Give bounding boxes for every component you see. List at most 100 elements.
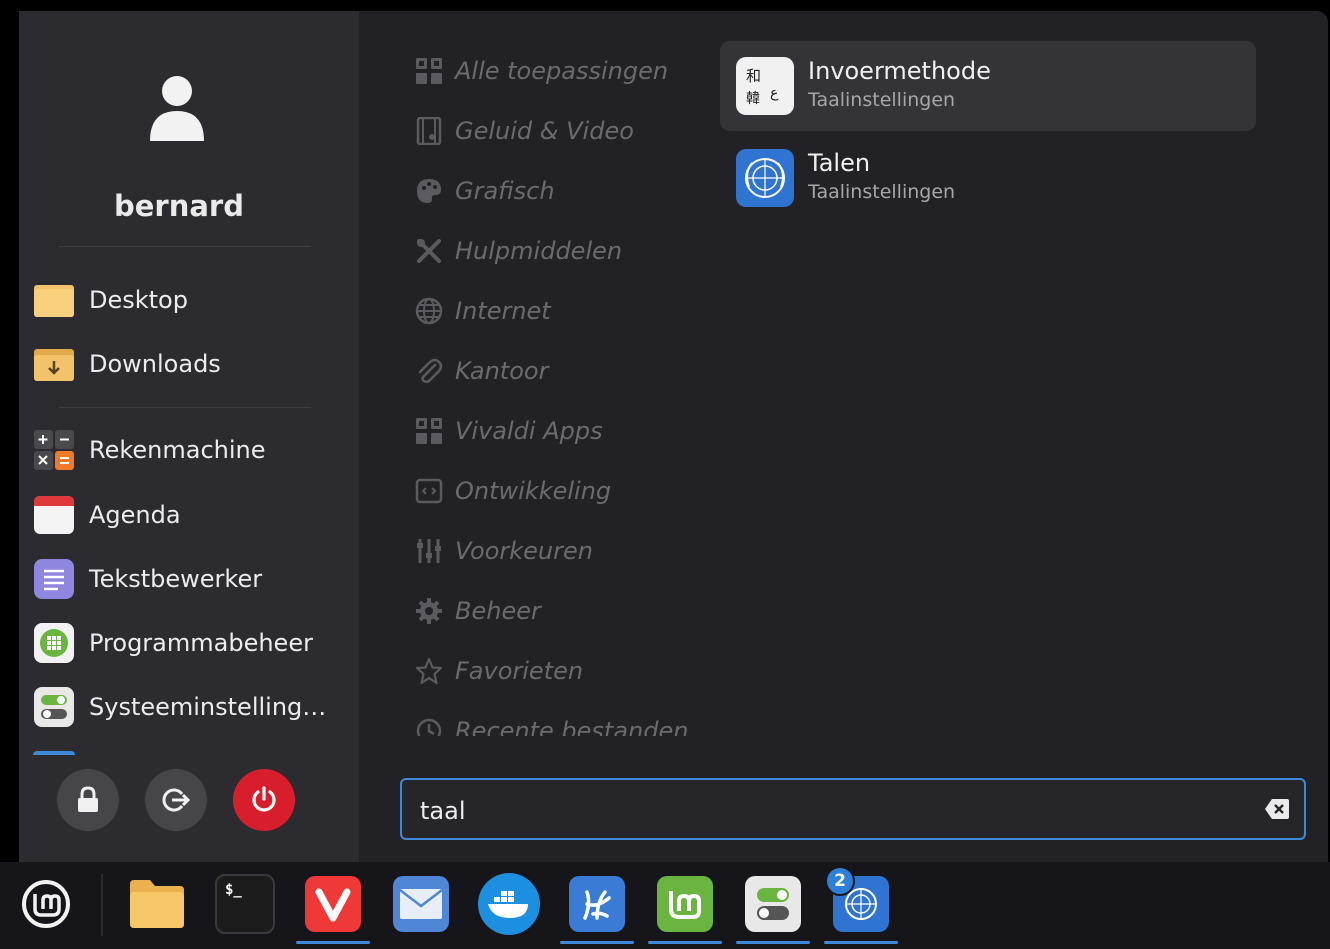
- active-indicator: [296, 941, 370, 944]
- shutdown-button[interactable]: [233, 769, 295, 831]
- favorite-label: Programmabeheer: [89, 629, 313, 657]
- category-all[interactable]: Alle toepassingen: [413, 51, 668, 91]
- taskbar-mint-menu[interactable]: [16, 870, 76, 938]
- taskbar: $_ 2: [0, 862, 1330, 949]
- favorite-software-manager[interactable]: Programmabeheer: [33, 618, 313, 668]
- palette-icon: [413, 175, 445, 207]
- result-name: Invoermethode: [808, 57, 991, 85]
- lock-icon: [78, 786, 98, 812]
- category-label: Favorieten: [455, 657, 584, 685]
- favorite-label: Rekenmachine: [89, 436, 266, 464]
- user-avatar-icon: [150, 76, 204, 141]
- category-development[interactable]: Ontwikkeling: [413, 471, 611, 511]
- search-result-languages[interactable]: Talen Taalinstellingen: [720, 133, 1256, 223]
- result-description: Taalinstellingen: [808, 181, 956, 203]
- taskbar-vscodium[interactable]: [560, 870, 634, 944]
- category-label: Hulpmiddelen: [455, 237, 623, 265]
- category-accessories[interactable]: Hulpmiddelen: [413, 231, 622, 271]
- active-indicator: [736, 941, 810, 944]
- history-icon: [413, 715, 445, 736]
- vscodium-icon: [569, 876, 625, 932]
- logout-icon: [162, 788, 190, 812]
- power-icon: [252, 786, 276, 812]
- category-label: Grafisch: [455, 177, 555, 205]
- category-preferences[interactable]: Voorkeuren: [413, 531, 593, 571]
- user-name: bernard: [113, 189, 244, 223]
- favorite-label: Agenda: [89, 501, 181, 529]
- category-label: Geluid & Video: [455, 117, 634, 145]
- sliders-icon: [413, 535, 445, 567]
- grid-icon: [413, 415, 445, 447]
- star-icon: [413, 655, 445, 687]
- paperclip-icon: [413, 355, 445, 387]
- application-menu: bernard Desktop Downloads Rekenmachine A…: [19, 11, 1328, 862]
- category-recent-files[interactable]: Recente bestanden: [413, 711, 688, 736]
- lock-button[interactable]: [57, 769, 119, 831]
- grid-icon: [413, 55, 445, 87]
- taskbar-files[interactable]: [120, 870, 194, 938]
- place-downloads[interactable]: Downloads: [33, 339, 221, 389]
- downloads-folder-icon: [34, 349, 74, 381]
- category-office[interactable]: Kantoor: [413, 351, 548, 391]
- result-name: Talen: [808, 149, 871, 177]
- category-label: Vivaldi Apps: [455, 417, 603, 445]
- category-internet[interactable]: Internet: [413, 291, 551, 331]
- category-list: Alle toepassingen Geluid & Video Grafisc…: [359, 51, 699, 736]
- category-graphics[interactable]: Grafisch: [413, 171, 555, 211]
- favorite-agenda[interactable]: Agenda: [33, 490, 181, 540]
- svg-text:韓: 韓: [746, 91, 760, 107]
- taskbar-vivaldi[interactable]: [296, 870, 370, 944]
- favorite-label: Systeeminstelling…: [89, 693, 327, 721]
- category-administration[interactable]: Beheer: [413, 591, 541, 631]
- notification-badge: 2: [825, 866, 855, 896]
- folder-icon: [130, 880, 184, 928]
- vivaldi-icon: [305, 876, 361, 932]
- favorite-text-editor[interactable]: Tekstbewerker: [33, 554, 262, 604]
- category-label: Internet: [455, 297, 551, 325]
- search-input[interactable]: [418, 792, 1242, 830]
- settings-toggle-icon: [745, 876, 801, 932]
- category-label: Alle toepassingen: [455, 57, 669, 85]
- tools-icon: [413, 235, 445, 267]
- text-editor-icon: [34, 559, 74, 599]
- active-indicator: [560, 941, 634, 944]
- un-globe-icon: [736, 149, 794, 207]
- search-box: [400, 778, 1306, 840]
- menu-sidebar: bernard Desktop Downloads Rekenmachine A…: [19, 11, 359, 862]
- taskbar-languages[interactable]: 2: [824, 866, 898, 944]
- place-label: Desktop: [89, 286, 188, 314]
- favorite-label: Tekstbewerker: [89, 565, 263, 593]
- place-label: Downloads: [89, 350, 221, 378]
- category-label: Kantoor: [455, 357, 549, 385]
- category-label: Recente bestanden: [455, 717, 689, 736]
- category-favorites[interactable]: Favorieten: [413, 651, 583, 691]
- calendar-icon: [34, 496, 74, 534]
- taskbar-terminal[interactable]: $_: [208, 870, 282, 938]
- category-label: Voorkeuren: [455, 537, 593, 565]
- divider: [59, 246, 311, 247]
- globe-icon: [413, 295, 445, 327]
- category-sound-video[interactable]: Geluid & Video: [413, 111, 634, 151]
- code-icon: [413, 475, 445, 507]
- taskbar-mail[interactable]: [384, 870, 458, 938]
- active-indicator: [824, 941, 898, 944]
- taskbar-docker[interactable]: [472, 870, 546, 938]
- input-method-icon: 和 韓 ع: [736, 57, 794, 115]
- mail-icon: [393, 876, 449, 932]
- place-desktop[interactable]: Desktop: [33, 275, 188, 325]
- divider: [59, 407, 311, 408]
- taskbar-mintinstall[interactable]: [648, 870, 722, 944]
- favorite-calculator[interactable]: Rekenmachine: [33, 425, 266, 475]
- film-icon: [413, 115, 445, 147]
- gear-icon: [413, 595, 445, 627]
- menu-main: Alle toepassingen Geluid & Video Grafisc…: [359, 11, 1328, 862]
- favorite-system-settings[interactable]: Systeeminstelling…: [33, 682, 326, 732]
- clear-search-icon[interactable]: [1264, 798, 1290, 820]
- docker-icon: [478, 873, 540, 935]
- calculator-icon: [34, 430, 74, 470]
- logout-button[interactable]: [145, 769, 207, 831]
- linux-mint-logo-icon: [22, 880, 70, 928]
- taskbar-settings[interactable]: [736, 870, 810, 944]
- category-vivaldi-apps[interactable]: Vivaldi Apps: [413, 411, 603, 451]
- search-result-input-method[interactable]: 和 韓 ع Invoermethode Taalinstellingen: [720, 41, 1256, 131]
